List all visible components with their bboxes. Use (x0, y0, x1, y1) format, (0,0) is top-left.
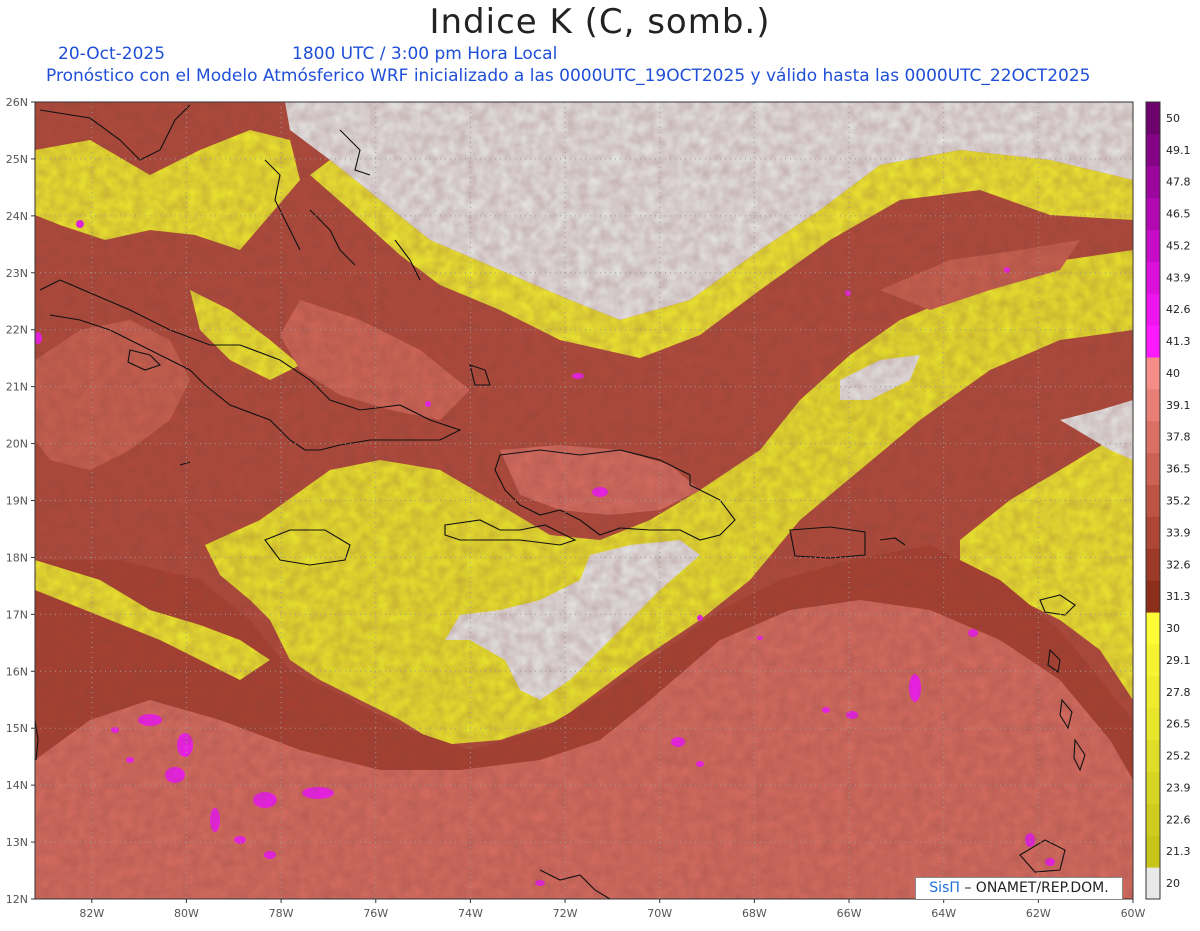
lat-label: 19N (6, 495, 28, 508)
colorbar-swatch (1146, 612, 1160, 645)
longitude-labels: 82W 80W 78W 76W 74W 72W 70W 68W 66W 64W 62W 60W (79, 907, 1145, 920)
field-texture (35, 102, 1133, 899)
colorbar-swatch (1146, 133, 1160, 167)
colorbar-label: 23.9 (1166, 781, 1191, 794)
credit-text: – ONAMET/REP.DOM. (959, 880, 1109, 896)
colorbar-label: 45.2 (1166, 239, 1191, 252)
colorbar-label: 43.9 (1166, 271, 1191, 284)
colorbar-swatch (1146, 516, 1160, 549)
lat-label: 16N (6, 665, 28, 678)
colorbar-swatch (1146, 867, 1160, 900)
lat-label: 13N (6, 836, 28, 849)
colorbar-swatch (1146, 771, 1160, 804)
colorbar-label: 29.1 (1166, 654, 1191, 667)
colorbar-label: 30 (1166, 622, 1180, 635)
colorbar-swatch (1146, 803, 1160, 836)
lat-label: 21N (6, 381, 28, 394)
colorbar-label: 50 (1166, 112, 1180, 125)
colorbar-label: 41.3 (1166, 335, 1191, 348)
lat-label: 26N (6, 96, 28, 109)
colorbar-swatch (1146, 739, 1160, 772)
colorbar-swatch (1146, 580, 1160, 613)
credit-box: SisΠ – ONAMET/REP.DOM. (915, 877, 1123, 900)
colorbar-label: 22.6 (1166, 813, 1191, 826)
lat-label: 24N (6, 210, 28, 223)
colorbar-label: 26.5 (1166, 718, 1191, 731)
colorbar-label: 32.6 (1166, 558, 1191, 571)
colorbar-swatch (1146, 357, 1160, 390)
colorbar-swatch (1146, 165, 1160, 199)
latitude-labels: 26N 25N 24N 23N 22N 21N 20N 19N 18N 17N 16N 15N 14N 1… (6, 96, 28, 906)
lon-label: 68W (742, 907, 767, 920)
lat-label: 17N (6, 608, 28, 621)
lon-label: 78W (269, 907, 294, 920)
colorbar-swatch (1146, 261, 1160, 294)
lon-label: 70W (647, 907, 672, 920)
lon-label: 72W (553, 907, 578, 920)
k-index-map: 26N 25N 24N 23N 22N 21N 20N 19N 18N 17N 16N 15N 14N 1… (6, 96, 1191, 920)
colorbar-swatch (1146, 197, 1160, 231)
colorbar-label: 31.3 (1166, 590, 1191, 603)
colorbar-label: 25.2 (1166, 750, 1191, 763)
colorbar-label: 42.6 (1166, 303, 1191, 316)
colorbar-label: 21.3 (1166, 845, 1191, 858)
lon-label: 60W (1121, 907, 1146, 920)
colorbar-label: 49.1 (1166, 144, 1191, 157)
lon-label: 76W (363, 907, 388, 920)
colorbar-swatch (1146, 643, 1160, 677)
colorbar-label: 35.2 (1166, 495, 1191, 508)
colorbar: 20 21.3 22.6 23.9 25.2 26.5 27.8 29.1 30 31.3 32.6… (1145, 101, 1191, 900)
colorbar-swatch (1146, 484, 1160, 517)
colorbar-swatch (1146, 293, 1160, 326)
colorbar-label: 39.1 (1166, 399, 1191, 412)
colorbar-label: 47.8 (1166, 176, 1191, 189)
lon-label: 62W (1026, 907, 1051, 920)
colorbar-swatch (1146, 229, 1160, 262)
lon-label: 80W (174, 907, 199, 920)
colorbar-label: 40 (1166, 367, 1180, 380)
colorbar-label: 27.8 (1166, 686, 1191, 699)
colorbar-swatch (1146, 325, 1160, 358)
colorbar-label: 46.5 (1166, 208, 1191, 221)
lon-label: 64W (931, 907, 956, 920)
map-container: 26N 25N 24N 23N 22N 21N 20N 19N 18N 17N 16N 15N 14N 1… (0, 0, 1200, 927)
colorbar-swatch (1146, 452, 1160, 486)
map-plot-area (35, 102, 1133, 899)
colorbar-swatch (1146, 707, 1160, 741)
colorbar-label: 33.9 (1166, 526, 1191, 539)
colorbar-swatch (1146, 420, 1160, 454)
lat-label: 15N (6, 722, 28, 735)
lat-label: 12N (6, 893, 28, 906)
colorbar-swatch (1146, 548, 1160, 581)
lat-label: 14N (6, 779, 28, 792)
colorbar-swatch (1146, 675, 1160, 709)
lon-label: 66W (837, 907, 862, 920)
lat-label: 25N (6, 153, 28, 166)
lat-label: 22N (6, 324, 28, 337)
colorbar-label: 36.5 (1166, 463, 1191, 476)
colorbar-label: 20 (1166, 877, 1180, 890)
sispi-logo-text: SisΠ (929, 880, 960, 896)
lon-label: 74W (458, 907, 483, 920)
lat-label: 18N (6, 551, 28, 564)
colorbar-swatch (1146, 835, 1160, 868)
colorbar-swatch (1146, 388, 1160, 422)
lat-label: 23N (6, 267, 28, 280)
colorbar-label: 37.8 (1166, 431, 1191, 444)
colorbar-swatch (1146, 102, 1160, 135)
lon-label: 82W (79, 907, 104, 920)
lat-label: 20N (6, 438, 28, 451)
